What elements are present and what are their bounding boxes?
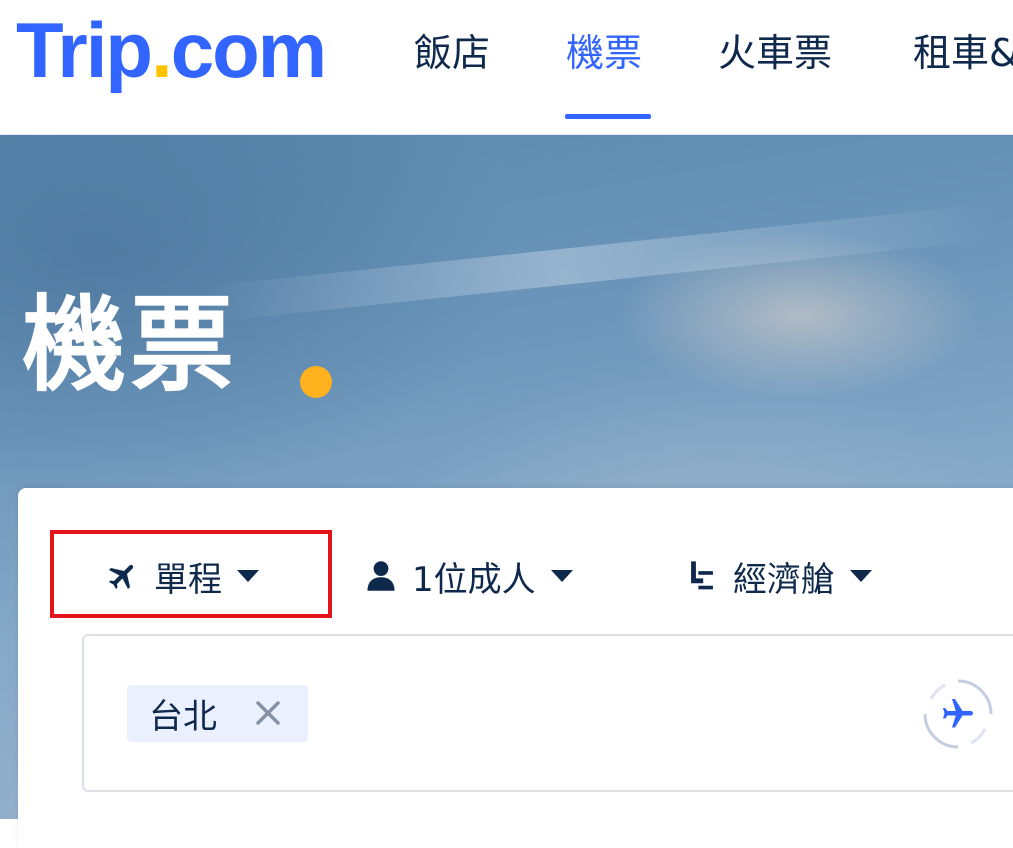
seat-icon [683, 557, 721, 595]
chevron-down-icon [849, 568, 875, 584]
top-header: Trip. com 飯店 機票 火車票 租車& [0, 0, 1013, 135]
highlight-box [50, 530, 332, 618]
cabin-class-label: 經濟艙 [733, 559, 835, 600]
close-icon[interactable] [253, 698, 283, 728]
hero-background-streak [200, 203, 1000, 323]
nav-item-car-rental[interactable]: 租車& [913, 28, 1013, 78]
hero-title-dot [300, 366, 332, 398]
plane-swap-icon [923, 679, 993, 749]
main-nav: 飯店 機票 火車票 租車& [0, 0, 1013, 134]
passengers-label: 1位成人 [412, 559, 536, 600]
nav-active-indicator [565, 114, 651, 119]
nav-item-trains[interactable]: 火車票 [718, 28, 832, 78]
origin-city-chip[interactable]: 台北 [127, 685, 308, 742]
passengers-dropdown[interactable]: 1位成人 [362, 548, 576, 604]
chevron-down-icon [550, 568, 576, 584]
person-icon [362, 557, 400, 595]
swap-cities-button[interactable] [921, 677, 995, 751]
hero-title: 機票 [22, 284, 239, 406]
cabin-class-dropdown[interactable]: 經濟艙 [683, 548, 875, 604]
nav-item-hotels[interactable]: 飯店 [414, 28, 490, 78]
origin-city-label: 台北 [149, 697, 217, 737]
nav-item-flights[interactable]: 機票 [566, 28, 642, 78]
